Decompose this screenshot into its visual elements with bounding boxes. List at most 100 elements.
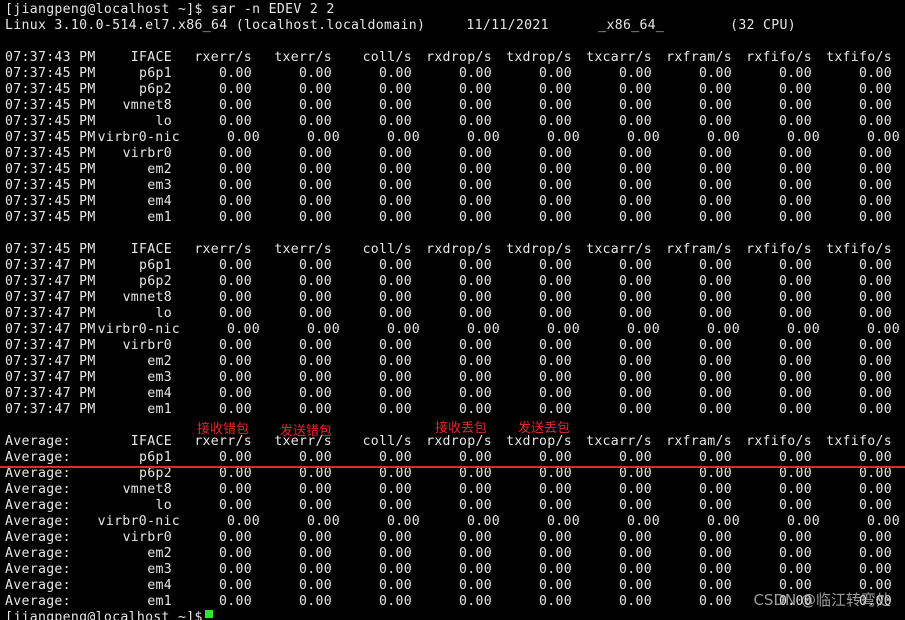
table-row: 07:37:45 PM p6p2 0.00 0.00 0.00 0.00 0.00 0.00 0… xyxy=(0,82,905,98)
cell-txerr-per-s: 0.00 xyxy=(299,498,332,513)
cell-txfifo-per-s: 0.00 xyxy=(859,370,892,385)
cell-txcarr-per-s: 0.00 xyxy=(619,338,652,353)
cell-txfifo-per-s: 0.00 xyxy=(867,130,900,145)
cell-rxerr-per-s: 0.00 xyxy=(219,274,252,289)
cell-rxdrop-per-s: 0.00 xyxy=(459,98,492,113)
cell-txfifo-per-s: 0.00 xyxy=(859,546,892,561)
cell-txdrop-per-s: 0.00 xyxy=(539,338,572,353)
iface-name: vmnet8 xyxy=(122,98,172,113)
annotation-rxerr: 接收错包 xyxy=(197,422,250,437)
table-row: 07:37:45 PM virbr0-nic 0.00 0.00 0.00 0.00 0.0… xyxy=(0,130,905,146)
column-header-txcarr-per-s: txcarr/s xyxy=(586,434,652,449)
table-row: 07:37:45 PM em4 0.00 0.00 0.00 0.00 0.00 0.00 0.… xyxy=(0,194,905,210)
row-time: 07:37:45 PM xyxy=(5,194,96,209)
cell-rxfram-per-s: 0.00 xyxy=(699,338,732,353)
cell-rxdrop-per-s: 0.00 xyxy=(459,498,492,513)
row-time: Average: xyxy=(5,594,71,609)
cell-txdrop-per-s: 0.00 xyxy=(539,66,572,81)
cell-rxdrop-per-s: 0.00 xyxy=(459,402,492,417)
row-time: 07:37:47 PM xyxy=(5,338,96,353)
terminal-window[interactable]: [jiangpeng@localhost ~]$ sar -n EDEV 2 2… xyxy=(0,0,905,620)
cell-txcarr-per-s: 0.00 xyxy=(619,482,652,497)
cell-txdrop-per-s: 0.00 xyxy=(539,82,572,97)
row-time: 07:37:45 PM xyxy=(5,98,96,113)
cell-rxfifo-per-s: 0.00 xyxy=(779,194,812,209)
iface-name: em1 xyxy=(147,210,172,225)
cell-rxerr-per-s: 0.00 xyxy=(219,338,252,353)
header-time: 07:37:43 PM xyxy=(5,50,96,65)
cell-txfifo-per-s: 0.00 xyxy=(859,274,892,289)
cell-txcarr-per-s: 0.00 xyxy=(619,498,652,513)
cell-rxfram-per-s: 0.00 xyxy=(699,354,732,369)
table-row: Average: p6p1 0.00 0.00 0.00 0.00 0.00 0.00 0.00… xyxy=(0,450,905,466)
cell-rxfram-per-s: 0.00 xyxy=(699,290,732,305)
iface-name: virbr0 xyxy=(122,338,172,353)
cell-coll-per-s: 0.00 xyxy=(379,258,412,273)
cell-rxdrop-per-s: 0.00 xyxy=(467,322,500,337)
row-time: 07:37:47 PM xyxy=(5,290,96,305)
cell-rxdrop-per-s: 0.00 xyxy=(459,194,492,209)
cell-txfifo-per-s: 0.00 xyxy=(859,66,892,81)
table-row: Average: virbr0-nic 0.00 0.00 0.00 0.00 0.00 0.… xyxy=(0,514,905,530)
column-header-rxdrop-per-s: rxdrop/s xyxy=(426,434,492,449)
table-row: Average: virbr0 0.00 0.00 0.00 0.00 0.00 0.00 0.… xyxy=(0,530,905,546)
cell-txerr-per-s: 0.00 xyxy=(299,338,332,353)
cell-coll-per-s: 0.00 xyxy=(379,354,412,369)
cell-rxerr-per-s: 0.00 xyxy=(227,322,260,337)
cell-txdrop-per-s: 0.00 xyxy=(539,466,572,481)
cell-txfifo-per-s: 0.00 xyxy=(859,338,892,353)
cell-txerr-per-s: 0.00 xyxy=(299,450,332,465)
cell-txcarr-per-s: 0.00 xyxy=(619,114,652,129)
row-time: Average: xyxy=(5,578,71,593)
cell-rxfram-per-s: 0.00 xyxy=(707,514,740,529)
cell-txerr-per-s: 0.00 xyxy=(299,402,332,417)
cell-rxfifo-per-s: 0.00 xyxy=(787,514,820,529)
column-header-txfifo-per-s: txfifo/s xyxy=(826,434,892,449)
cell-rxfifo-per-s: 0.00 xyxy=(779,546,812,561)
cell-rxfifo-per-s: 0.00 xyxy=(779,354,812,369)
cell-coll-per-s: 0.00 xyxy=(379,402,412,417)
row-time: 07:37:45 PM xyxy=(5,178,96,193)
cell-rxfifo-per-s: 0.00 xyxy=(779,114,812,129)
cell-txfifo-per-s: 0.00 xyxy=(867,514,900,529)
cell-coll-per-s: 0.00 xyxy=(379,66,412,81)
cell-coll-per-s: 0.00 xyxy=(379,562,412,577)
cell-txdrop-per-s: 0.00 xyxy=(539,370,572,385)
row-time: 07:37:45 PM xyxy=(5,146,96,161)
table-row: 07:37:45 PM em1 0.00 0.00 0.00 0.00 0.00 0.00 0.… xyxy=(0,210,905,226)
cell-txdrop-per-s: 0.00 xyxy=(539,498,572,513)
row-time: 07:37:47 PM xyxy=(5,354,96,369)
cell-rxfram-per-s: 0.00 xyxy=(699,402,732,417)
cell-txdrop-per-s: 0.00 xyxy=(539,546,572,561)
highlight-underline xyxy=(0,466,905,468)
cell-rxfram-per-s: 0.00 xyxy=(699,210,732,225)
table-row: 07:37:45 PM virbr0 0.00 0.00 0.00 0.00 0.00 0.0… xyxy=(0,146,905,162)
cell-txdrop-per-s: 0.00 xyxy=(539,162,572,177)
cell-rxfifo-per-s: 0.00 xyxy=(779,482,812,497)
row-time: 07:37:45 PM xyxy=(5,66,96,81)
cell-txcarr-per-s: 0.00 xyxy=(619,546,652,561)
column-header-txcarr-per-s: txcarr/s xyxy=(586,242,652,257)
cell-rxfram-per-s: 0.00 xyxy=(699,578,732,593)
cell-txfifo-per-s: 0.00 xyxy=(859,354,892,369)
cell-txdrop-per-s: 0.00 xyxy=(539,210,572,225)
cell-coll-per-s: 0.00 xyxy=(379,98,412,113)
row-time: Average: xyxy=(5,514,71,529)
cell-txcarr-per-s: 0.00 xyxy=(627,322,660,337)
cell-rxdrop-per-s: 0.00 xyxy=(459,66,492,81)
row-time: 07:37:47 PM xyxy=(5,306,96,321)
cell-txcarr-per-s: 0.00 xyxy=(619,402,652,417)
row-time: 07:37:47 PM xyxy=(5,258,96,273)
cell-rxerr-per-s: 0.00 xyxy=(219,370,252,385)
row-time: Average: xyxy=(5,546,71,561)
cell-txdrop-per-s: 0.00 xyxy=(539,530,572,545)
cell-rxfram-per-s: 0.00 xyxy=(699,82,732,97)
cell-txfifo-per-s: 0.00 xyxy=(859,498,892,513)
table-header: 07:37:45 PM IFACE rxerr/s txerr/s coll/s rxdr… xyxy=(0,242,905,258)
cell-txfifo-per-s: 0.00 xyxy=(859,162,892,177)
iface-name: em3 xyxy=(147,370,172,385)
cell-coll-per-s: 0.00 xyxy=(379,162,412,177)
cell-txdrop-per-s: 0.00 xyxy=(547,514,580,529)
cell-rxdrop-per-s: 0.00 xyxy=(459,178,492,193)
cell-txcarr-per-s: 0.00 xyxy=(619,530,652,545)
